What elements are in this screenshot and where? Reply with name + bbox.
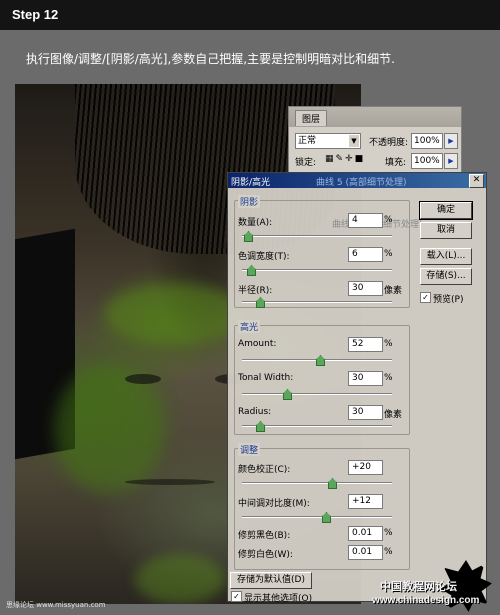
blend-mode-select[interactable]: 正常 ▼ <box>295 133 361 149</box>
clip-black-unit: % <box>384 528 393 538</box>
shadows-group-label: 阴影 <box>238 195 261 208</box>
clip-black-label: 修剪黑色(B): <box>238 531 291 541</box>
preview-checkbox[interactable]: ✓ <box>420 292 431 303</box>
dialog-titlebar[interactable]: 阴影/高光 曲线 5 (高部细节处理) ✕ <box>228 173 486 188</box>
load-button[interactable]: 载入(L)... <box>420 248 472 265</box>
highlights-group-label: 高光 <box>238 320 261 333</box>
highlight-radius-unit: 像素 <box>384 410 403 420</box>
blend-mode-value: 正常 <box>298 136 317 146</box>
layers-tab[interactable]: 图层 <box>295 110 328 126</box>
highlight-tonal-unit: % <box>384 373 393 383</box>
shadow-tonal-track <box>242 269 392 271</box>
shadow-tonal-unit: % <box>384 249 393 259</box>
watermark-url: www.chinadesign.com <box>372 595 480 606</box>
moss-patch <box>105 284 245 344</box>
shadow-radius-input[interactable]: 30 <box>348 281 383 296</box>
dialog-title: 阴影/高光 <box>231 178 271 188</box>
highlight-tonal-track <box>242 393 392 395</box>
shadow-amount-unit: % <box>384 215 393 225</box>
moss-patch <box>135 554 225 604</box>
lock-icons: ▦✎✛■ <box>325 154 365 164</box>
shadow-tonal-label: 色调宽度(T): <box>238 252 290 262</box>
shadow-radius-label: 半径(R): <box>238 286 273 296</box>
lock-label: 锁定: <box>295 158 317 168</box>
highlight-amount-label: Amount: <box>238 339 277 349</box>
shadow-amount-track <box>242 235 392 237</box>
opacity-input[interactable]: 100% <box>411 133 443 149</box>
opacity-label: 不透明度: <box>369 138 409 148</box>
midtone-contrast-label: 中间调对比度(M): <box>238 499 310 509</box>
instruction-text: 执行图像/调整/[阴影/高光],参数自己把握,主要是控制明暗对比和细节. <box>26 52 395 66</box>
shadow-tonal-input[interactable]: 6 <box>348 247 383 262</box>
ok-button[interactable]: 确定 <box>419 201 473 220</box>
color-correction-track <box>242 482 392 484</box>
shadow-radius-unit: 像素 <box>384 286 403 296</box>
mouth <box>125 479 215 485</box>
highlight-radius-label: Radius: <box>238 407 272 417</box>
highlight-amount-unit: % <box>384 339 393 349</box>
lock-all-icon[interactable]: ■ <box>355 154 366 164</box>
close-icon[interactable]: ✕ <box>469 174 484 188</box>
step-title: Step 12 <box>12 7 59 22</box>
shadow-highlight-dialog: 阴影/高光 曲线 5 (高部细节处理) ✕ 曲线 4 (暗部细节处理) 阴影 数… <box>227 172 487 604</box>
eye-left <box>125 374 161 384</box>
adjustments-group-label: 调整 <box>238 443 261 456</box>
lock-transparent-icon[interactable]: ▦ <box>325 154 336 164</box>
color-correction-label: 颜色校正(C): <box>238 465 291 475</box>
color-correction-input[interactable]: +20 <box>348 460 383 475</box>
save-button[interactable]: 存储(S)... <box>420 268 472 285</box>
clip-black-input[interactable]: 0.01 <box>348 526 383 541</box>
lock-move-icon[interactable]: ✛ <box>345 154 355 164</box>
step-header: Step 12 <box>0 0 500 30</box>
shadow-amount-label: 数量(A): <box>238 218 273 228</box>
cancel-button[interactable]: 取消 <box>420 222 472 239</box>
highlight-amount-input[interactable]: 52 <box>348 337 383 352</box>
midtone-contrast-track <box>242 516 392 518</box>
highlight-tonal-label: Tonal Width: <box>238 373 294 383</box>
opacity-arrow-icon[interactable]: ▶ <box>444 133 458 149</box>
ghost-layer-name: 曲线 5 (高部细节处理) <box>316 178 407 188</box>
chevron-down-icon[interactable]: ▼ <box>349 135 359 147</box>
clip-white-unit: % <box>384 547 393 557</box>
highlight-tonal-input[interactable]: 30 <box>348 371 383 386</box>
save-default-button[interactable]: 存储为默认值(D) <box>230 572 312 589</box>
footer-credit: 思缘论坛 www.missyuan.com <box>6 601 106 609</box>
fill-arrow-icon[interactable]: ▶ <box>444 153 458 169</box>
shadow-amount-input[interactable]: 4 <box>348 213 383 228</box>
show-more-label: 显示其他选项(O) <box>244 594 313 604</box>
highlight-radius-input[interactable]: 30 <box>348 405 383 420</box>
clip-white-input[interactable]: 0.01 <box>348 545 383 560</box>
watermark-text: 中国教程网论坛 <box>380 581 457 593</box>
preview-label: 预览(P) <box>433 295 464 305</box>
midtone-contrast-input[interactable]: +12 <box>348 494 383 509</box>
show-more-checkbox[interactable]: ✓ <box>231 591 242 602</box>
fill-input[interactable]: 100% <box>411 153 443 169</box>
lock-paint-icon[interactable]: ✎ <box>336 154 346 164</box>
fill-label: 填充: <box>385 158 407 168</box>
clip-white-label: 修剪白色(W): <box>238 550 293 560</box>
